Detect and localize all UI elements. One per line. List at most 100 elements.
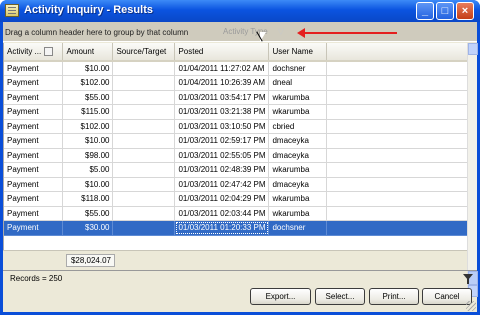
cell-filler xyxy=(326,220,467,236)
cell-posted: 01/03/2011 02:03:44 PM xyxy=(174,206,270,221)
print-button[interactable]: Print... xyxy=(369,288,419,305)
column-header-source-target[interactable]: Source/Target xyxy=(112,43,176,62)
cell-filler xyxy=(326,133,467,149)
table-row[interactable]: Payment $115.00 01/03/2011 03:21:38 PM wkar… xyxy=(4,104,467,120)
cell-activity: Payment xyxy=(4,206,64,221)
column-filter-icon[interactable] xyxy=(44,47,54,57)
cell-amount: $55.00 xyxy=(62,90,114,105)
table-row[interactable]: Payment $10.00 01/03/2011 02:47:42 PM dmace… xyxy=(4,177,467,192)
cell-amount: $115.00 xyxy=(62,104,114,120)
table-row[interactable]: Payment $55.00 01/03/2011 02:03:44 PM wkaru… xyxy=(4,206,467,221)
cell-source-target xyxy=(112,191,176,207)
group-by-hint: Drag a column header here to group by th… xyxy=(5,28,189,37)
results-table: Activity ... Amount Source/Target Posted… xyxy=(4,43,467,236)
scroll-up-icon[interactable] xyxy=(468,43,478,55)
cell-posted: 01/03/2011 03:54:17 PM xyxy=(174,90,270,105)
cell-amount: $102.00 xyxy=(62,75,114,91)
cell-source-target xyxy=(112,133,176,149)
cell-source-target xyxy=(112,177,176,192)
table-row[interactable]: Payment $10.00 01/03/2011 02:59:17 PM dmace… xyxy=(4,133,467,149)
column-header-activity[interactable]: Activity ... xyxy=(4,43,64,62)
cell-user-name: cbried xyxy=(268,119,328,134)
table-row[interactable]: Payment $98.00 01/03/2011 02:55:05 PM dmace… xyxy=(4,148,467,163)
cell-posted: 01/03/2011 02:59:17 PM xyxy=(174,133,270,149)
cell-filler xyxy=(326,177,467,192)
column-header-user-name[interactable]: User Name xyxy=(268,43,328,62)
cell-activity: Payment xyxy=(4,148,64,163)
cell-activity: Payment xyxy=(4,177,64,192)
minimize-icon[interactable]: _ xyxy=(416,2,434,20)
annotation-arrow-icon xyxy=(297,28,397,38)
vertical-scrollbar[interactable] xyxy=(467,43,478,297)
cell-source-target xyxy=(112,61,176,76)
grid-header-row: Activity ... Amount Source/Target Posted… xyxy=(4,43,467,62)
cell-filler xyxy=(326,90,467,105)
cell-filler xyxy=(326,75,467,91)
cell-source-target xyxy=(112,148,176,163)
results-grid[interactable]: Activity ... Amount Source/Target Posted… xyxy=(3,43,467,270)
cell-user-name: wkarumba xyxy=(268,191,328,207)
cell-amount: $55.00 xyxy=(62,206,114,221)
cell-amount: $5.00 xyxy=(62,162,114,178)
cell-filler xyxy=(326,162,467,178)
table-row[interactable]: Payment $55.00 01/03/2011 03:54:17 PM wkaru… xyxy=(4,90,467,105)
table-row[interactable]: Payment $118.00 01/03/2011 02:04:29 PM wkar… xyxy=(4,191,467,207)
maximize-icon[interactable]: □ xyxy=(436,2,454,20)
dialog-client-area: Drag a column header here to group by th… xyxy=(3,22,478,312)
cell-posted: 01/03/2011 02:55:05 PM xyxy=(174,148,270,163)
cell-amount: $10.00 xyxy=(62,61,114,76)
cell-activity: Payment xyxy=(4,75,64,91)
cell-user-name: dmaceyka xyxy=(268,133,328,149)
cell-amount: $118.00 xyxy=(62,191,114,207)
window-title: Activity Inquiry - Results xyxy=(24,4,153,16)
dragged-column-header[interactable]: Activity Type ▽ xyxy=(223,27,284,36)
table-row[interactable]: Payment $102.00 01/04/2011 10:26:39 AM dnea… xyxy=(4,75,467,91)
cell-activity: Payment xyxy=(4,162,64,178)
cell-user-name: dochsner xyxy=(268,220,328,236)
cell-activity: Payment xyxy=(4,133,64,149)
cell-posted: 01/03/2011 02:48:39 PM xyxy=(174,162,270,178)
table-row[interactable]: Payment $5.00 01/03/2011 02:48:39 PM wkarum… xyxy=(4,162,467,178)
mouse-cursor-icon xyxy=(260,32,266,42)
cell-posted: 01/04/2011 11:27:02 AM xyxy=(174,61,270,76)
cell-filler xyxy=(326,61,467,76)
select-button[interactable]: Select... xyxy=(315,288,365,305)
cell-filler xyxy=(326,191,467,207)
cell-source-target xyxy=(112,90,176,105)
records-count: Records = 250 xyxy=(10,274,63,283)
cancel-button[interactable]: Cancel xyxy=(422,288,472,305)
cell-activity: Payment xyxy=(4,90,64,105)
cell-posted: 01/03/2011 02:47:42 PM xyxy=(174,177,270,192)
status-bar: Records = 250 xyxy=(3,270,477,286)
cell-user-name: wkarumba xyxy=(268,162,328,178)
cell-amount: $102.00 xyxy=(62,119,114,134)
cell-filler xyxy=(326,104,467,120)
cell-amount: $30.00 xyxy=(62,220,114,236)
column-header-amount[interactable]: Amount xyxy=(62,43,114,62)
cell-user-name: dneal xyxy=(268,75,328,91)
document-list-icon xyxy=(5,4,19,17)
resize-grip-icon[interactable] xyxy=(466,301,476,311)
cell-user-name: wkarumba xyxy=(268,206,328,221)
cell-activity: Payment xyxy=(4,220,64,236)
funnel-icon[interactable] xyxy=(463,274,473,284)
cell-source-target xyxy=(112,206,176,221)
cell-filler xyxy=(326,148,467,163)
cell-amount: $98.00 xyxy=(62,148,114,163)
cell-posted: 01/03/2011 01:20:33 PM xyxy=(174,220,270,236)
table-row[interactable]: Payment $30.00 01/03/2011 01:20:33 PM dochs… xyxy=(4,220,467,236)
column-header-posted[interactable]: Posted xyxy=(174,43,270,62)
title-bar[interactable]: Activity Inquiry - Results _ □ × xyxy=(0,0,480,22)
export-button[interactable]: Export... xyxy=(250,288,311,305)
cell-source-target xyxy=(112,220,176,236)
cell-user-name: wkarumba xyxy=(268,90,328,105)
cell-amount: $10.00 xyxy=(62,177,114,192)
table-row[interactable]: Payment $102.00 01/03/2011 03:10:50 PM cbri… xyxy=(4,119,467,134)
group-by-panel[interactable]: Drag a column header here to group by th… xyxy=(3,22,477,42)
table-row[interactable]: Payment $10.00 01/04/2011 11:27:02 AM dochs… xyxy=(4,61,467,76)
cell-user-name: dochsner xyxy=(268,61,328,76)
cell-user-name: dmaceyka xyxy=(268,177,328,192)
close-icon[interactable]: × xyxy=(456,2,474,20)
cell-activity: Payment xyxy=(4,191,64,207)
cell-activity: Payment xyxy=(4,119,64,134)
